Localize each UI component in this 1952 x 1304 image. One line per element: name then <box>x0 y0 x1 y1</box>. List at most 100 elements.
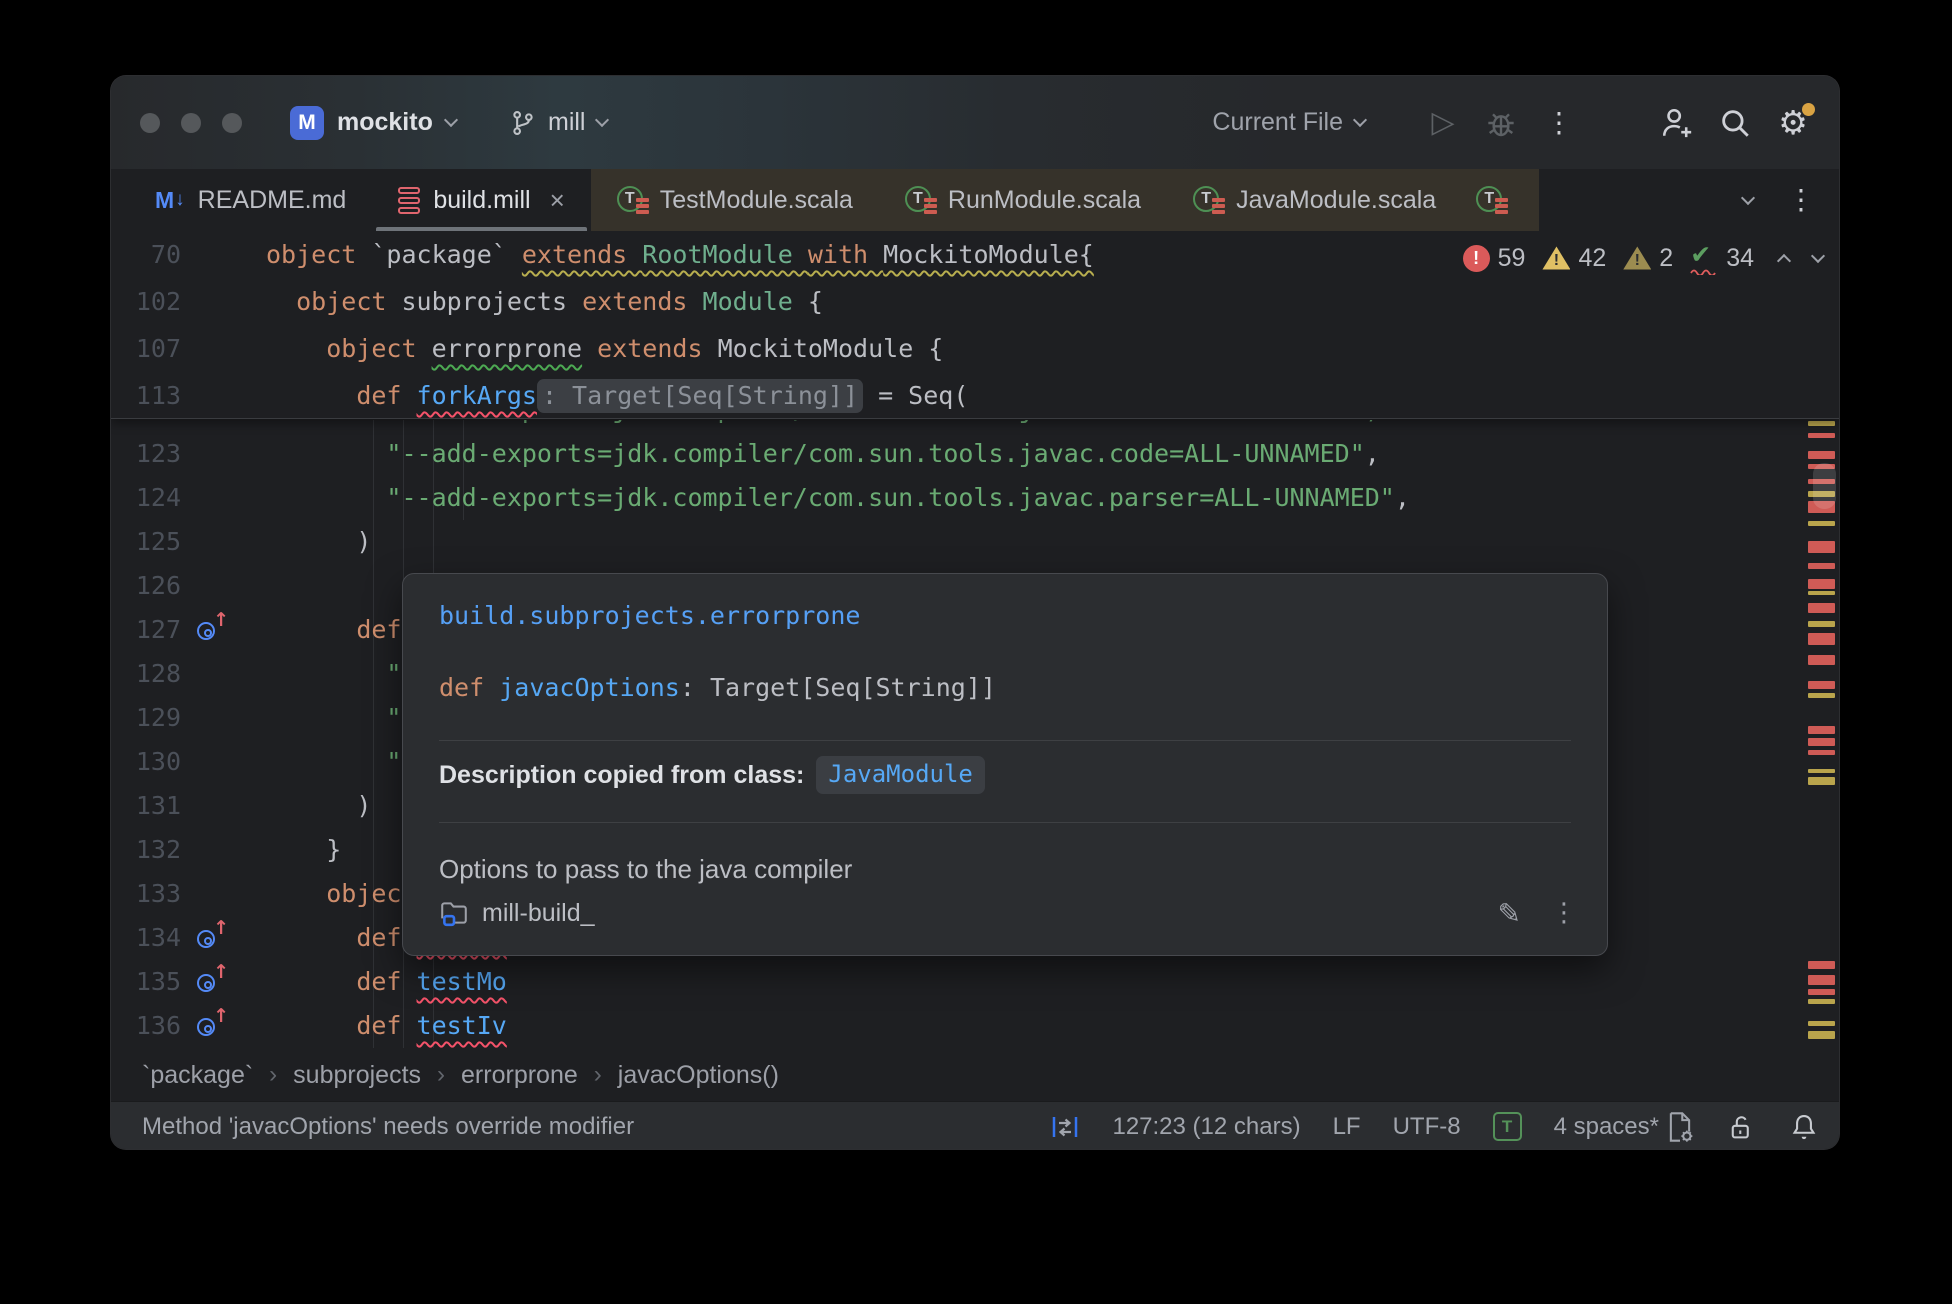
line-ending-widget[interactable]: LF <box>1333 1113 1361 1141</box>
error-stripe-mark[interactable] <box>1808 681 1835 689</box>
inspections-widget[interactable]: ! 59 ! 42 ! 2 ✔ 34 <box>1463 239 1823 277</box>
code-text[interactable]: } <box>266 828 341 872</box>
error-stripe-mark[interactable] <box>1808 738 1835 746</box>
debug-button[interactable] <box>1481 103 1521 143</box>
documentation-popup: build.subprojects.errorprone def javacOp… <box>402 573 1608 956</box>
error-count-group[interactable]: ! 59 <box>1463 244 1526 273</box>
error-stripe-mark[interactable] <box>1808 975 1835 985</box>
code-token: def <box>356 967 416 996</box>
screen: M mockito mill Current File <box>0 0 1952 1304</box>
error-stripe-mark[interactable] <box>1808 591 1835 595</box>
gutter-override-icon[interactable]: ↑ <box>196 615 228 647</box>
minimize-window-icon[interactable] <box>181 113 201 133</box>
code-text[interactable]: "--add-exports=jdk.compiler/com.sun.tool… <box>266 432 1380 476</box>
error-stripe-mark[interactable] <box>1808 633 1835 645</box>
breadcrumb-item[interactable]: subprojects <box>293 1061 421 1090</box>
close-tab-icon[interactable]: × <box>550 187 565 213</box>
error-stripe-mark[interactable] <box>1808 655 1835 665</box>
error-stripe-mark[interactable] <box>1808 769 1835 773</box>
code-text[interactable]: object errorprone extends MockitoModule … <box>266 325 943 372</box>
next-problem-icon[interactable] <box>1811 248 1825 262</box>
error-stripe-mark[interactable] <box>1808 421 1835 426</box>
tab-overflow[interactable]: T <box>1462 169 1539 231</box>
search-icon <box>1718 106 1752 140</box>
documentation-path-link[interactable]: build.subprojects.errorprone <box>439 600 860 632</box>
error-stripe-mark[interactable] <box>1808 750 1835 755</box>
settings-button[interactable]: ⚙ <box>1773 103 1813 143</box>
show-hidden-tabs-icon[interactable] <box>1741 190 1755 204</box>
scrollbar-thumb[interactable] <box>1813 463 1836 509</box>
error-stripe-mark[interactable] <box>1808 777 1835 785</box>
error-stripe-mark[interactable] <box>1808 579 1835 589</box>
tab-RunModule.scala[interactable]: TRunModule.scala <box>879 169 1167 231</box>
tab-TestModule.scala[interactable]: TTestModule.scala <box>591 169 879 231</box>
code-text[interactable]: def testMo <box>266 960 507 1004</box>
typo-count-group[interactable]: ✔ 34 <box>1690 243 1754 273</box>
bell-icon[interactable] <box>1789 1112 1819 1142</box>
error-stripe-mark[interactable] <box>1808 621 1835 627</box>
breadcrumb-item[interactable]: errorprone <box>461 1061 578 1090</box>
error-stripe-mark[interactable] <box>1808 1021 1835 1026</box>
error-stripe-mark[interactable] <box>1808 433 1835 438</box>
weak-warning-count-group[interactable]: ! 2 <box>1623 244 1673 273</box>
tab-README.md[interactable]: M↓README.md <box>129 169 372 231</box>
unlocked-icon[interactable] <box>1727 1112 1757 1142</box>
code-with-me-button[interactable] <box>1657 103 1697 143</box>
edit-source-icon[interactable]: ✎ <box>1498 897 1521 930</box>
tab-label: RunModule.scala <box>948 186 1141 215</box>
encoding-widget[interactable]: UTF-8 <box>1393 1113 1461 1141</box>
code-line: 124 "--add-exports=jdk.compiler/com.sun.… <box>111 476 1839 520</box>
tab-JavaModule.scala[interactable]: TJavaModule.scala <box>1167 169 1462 231</box>
error-stripe-mark[interactable] <box>1808 451 1835 459</box>
error-stripe-mark[interactable] <box>1808 726 1835 734</box>
code-token: "--add-exports=jdk.compiler/com.sun.tool… <box>386 420 1379 424</box>
error-stripe-mark[interactable] <box>1808 563 1835 569</box>
indent-widget[interactable]: 4 spaces* <box>1554 1111 1695 1143</box>
warning-count-group[interactable]: ! 42 <box>1542 244 1606 273</box>
source-class-chip[interactable]: JavaModule <box>816 756 985 794</box>
code-text[interactable]: "--add-exports=jdk.compiler/com.sun.tool… <box>266 420 1380 432</box>
breadcrumb-item[interactable]: `package` <box>142 1061 253 1090</box>
error-stripe-mark[interactable] <box>1808 603 1835 613</box>
code-text[interactable]: object subprojects extends Module { <box>266 278 823 325</box>
error-stripe-mark[interactable] <box>1808 999 1835 1004</box>
error-stripe-mark[interactable] <box>1808 1031 1835 1039</box>
gutter-override-icon[interactable]: ↑ <box>196 967 228 999</box>
vcs-branch-widget[interactable]: mill <box>509 76 607 169</box>
code-text[interactable]: ) <box>266 784 371 828</box>
tab-build.mill[interactable]: build.mill× <box>372 169 590 231</box>
error-stripe-mark[interactable] <box>1808 693 1835 698</box>
run-configuration-selector[interactable]: Current File <box>1212 108 1365 137</box>
error-stripe-mark[interactable] <box>1808 521 1835 526</box>
code-text[interactable]: object `package` extends RootModule with… <box>266 231 1094 278</box>
code-text[interactable]: def forkArgs: Target[Seq[String]] = Seq( <box>266 372 968 419</box>
breadcrumb-item[interactable]: javacOptions() <box>618 1061 779 1090</box>
type-highlighting-widget[interactable]: T <box>1493 1112 1522 1141</box>
project-widget[interactable]: M mockito <box>290 76 456 169</box>
code-token: def <box>356 381 416 410</box>
popup-more-icon[interactable]: ⋮ <box>1551 898 1577 928</box>
run-button[interactable]: ▷ <box>1423 103 1463 143</box>
more-actions-button[interactable]: ⋮ <box>1539 103 1579 143</box>
inspection-navigation <box>1779 250 1823 266</box>
documentation-text: Options to pass to the java compiler <box>439 854 852 885</box>
error-stripe-mark[interactable] <box>1808 541 1835 553</box>
tab-options-icon[interactable]: ⋮ <box>1787 186 1815 214</box>
search-everywhere-button[interactable] <box>1715 103 1755 143</box>
maximize-window-icon[interactable] <box>222 113 242 133</box>
gutter-override-icon[interactable]: ↑ <box>196 1011 228 1043</box>
divider <box>439 740 1571 741</box>
code-text[interactable]: def testIv <box>266 1004 507 1048</box>
caret-move-icon[interactable] <box>1050 1112 1080 1142</box>
code-text[interactable]: "--add-exports=jdk.compiler/com.sun.tool… <box>266 476 1410 520</box>
error-stripe-mark[interactable] <box>1808 989 1835 995</box>
close-window-icon[interactable] <box>140 113 160 133</box>
gutter-override-icon[interactable]: ↑ <box>196 923 228 955</box>
error-stripe-mark[interactable] <box>1808 961 1835 969</box>
markdown-file-icon: M↓ <box>155 187 185 214</box>
titlebar: M mockito mill Current File <box>111 76 1839 169</box>
previous-problem-icon[interactable] <box>1777 254 1791 268</box>
caret-position-widget[interactable]: 127:23 (12 chars) <box>1112 1113 1300 1141</box>
tab-label: JavaModule.scala <box>1236 186 1436 215</box>
code-text[interactable]: ) <box>266 520 371 564</box>
